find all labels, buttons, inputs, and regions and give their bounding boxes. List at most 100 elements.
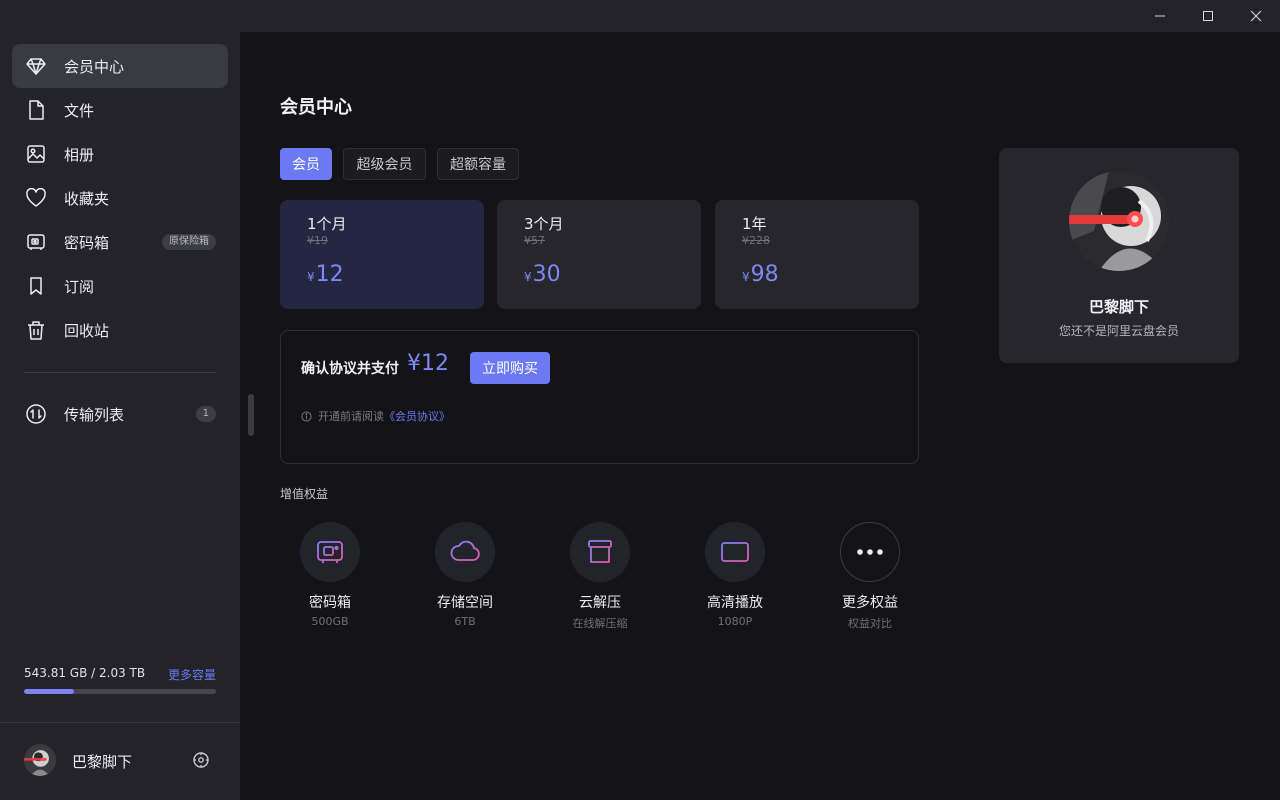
plan-price: ¥98 (742, 262, 779, 287)
sidebar-item-label: 相册 (64, 145, 95, 164)
plan-price-value: 98 (750, 262, 779, 287)
maximize-button[interactable] (1184, 0, 1232, 32)
profile-card: 巴黎脚下 您还不是阿里云盘会员 (999, 148, 1239, 363)
currency-symbol: ¥ (524, 270, 532, 284)
trash-icon (24, 318, 48, 342)
diamond-icon (24, 54, 48, 78)
perk-storage[interactable]: 存储空间 6TB (415, 522, 515, 628)
sidebar-item-subscriptions[interactable]: 订阅 (12, 264, 228, 308)
transfer-count-badge: 1 (195, 406, 216, 422)
close-button[interactable] (1232, 0, 1280, 32)
maximize-icon (1203, 11, 1213, 21)
payment-price: ¥12 (407, 351, 449, 376)
perk-subtitle: 在线解压缩 (572, 617, 628, 630)
bookmark-icon (24, 274, 48, 298)
title-bar (0, 0, 1280, 32)
user-name: 巴黎脚下 (72, 753, 133, 771)
perk-more[interactable]: 更多权益 权益对比 (820, 522, 920, 631)
perk-title: 更多权益 (842, 595, 898, 611)
profile-avatar (1069, 171, 1169, 271)
sidebar-item-favorites[interactable]: 收藏夹 (12, 176, 228, 220)
plan-card-1-month[interactable]: 1个月 ¥19 ¥12 (280, 200, 484, 309)
safe-icon (24, 230, 48, 254)
tab-super-member[interactable]: 超级会员 (343, 148, 426, 180)
page-title: 会员中心 (280, 97, 352, 118)
heart-icon (24, 186, 48, 210)
storage-progress-fill (24, 689, 74, 694)
sidebar-item-label: 会员中心 (64, 57, 125, 76)
plan-name: 3个月 (524, 215, 564, 233)
plan-card-3-months[interactable]: 3个月 ¥57 ¥30 (497, 200, 701, 309)
sidebar-item-label: 文件 (64, 101, 95, 120)
sidebar-item-membership[interactable]: 会员中心 (12, 44, 228, 88)
perk-cloud-unzip[interactable]: 云解压 在线解压缩 (550, 522, 650, 631)
sidebar-item-label: 收藏夹 (64, 189, 110, 208)
sidebar-item-safe[interactable]: 密码箱 原保险箱 (12, 220, 228, 264)
plan-name: 1年 (742, 215, 767, 233)
plan-price: ¥30 (524, 262, 561, 287)
agreement-notice: 开通前请阅读 《会员协议》 (301, 408, 450, 424)
sidebar-item-trash[interactable]: 回收站 (12, 308, 228, 352)
perk-subtitle: 权益对比 (848, 617, 892, 630)
app-window: 会员中心 文件 相册 收藏夹 密码箱 原保险箱 订阅 回收站 传输列表 1 54… (0, 0, 1280, 800)
plan-original-price: ¥19 (307, 234, 328, 247)
file-icon (24, 98, 48, 122)
plan-original-price: ¥228 (742, 234, 770, 247)
minimize-icon (1155, 15, 1165, 17)
plan-price: ¥12 (307, 262, 344, 287)
sidebar-item-label: 密码箱 (64, 233, 110, 252)
minimize-button[interactable] (1136, 0, 1184, 32)
storage-usage-text: 543.81 GB / 2.03 TB (24, 666, 146, 680)
member-agreement-link[interactable]: 《会员协议》 (384, 408, 450, 424)
perk-subtitle: 1080P (717, 615, 753, 628)
agreement-notice-text: 开通前请阅读 (318, 410, 384, 423)
plan-price-value: 30 (532, 262, 561, 287)
buy-now-button[interactable]: 立即购买 (470, 352, 550, 384)
plan-card-1-year[interactable]: 1年 ¥228 ¥98 (715, 200, 919, 309)
sidebar-item-files[interactable]: 文件 (12, 88, 228, 132)
sidebar-resize-handle[interactable] (248, 394, 254, 436)
photo-icon (24, 142, 48, 166)
sidebar-item-label: 回收站 (64, 321, 110, 340)
sidebar-item-badge: 原保险箱 (162, 234, 216, 250)
card-icon (705, 522, 765, 582)
perk-subtitle: 500GB (311, 615, 349, 628)
sidebar-item-transfer-list[interactable]: 传输列表 1 (12, 392, 228, 436)
perk-title: 高清播放 (707, 595, 763, 611)
payment-panel: 确认协议并支付 ¥12 立即购买 开通前请阅读 《会员协议》 (280, 330, 919, 464)
membership-status: 您还不是阿里云盘会员 (1058, 324, 1179, 338)
perk-title: 云解压 (579, 595, 621, 611)
sidebar-item-label: 订阅 (64, 277, 95, 296)
perk-title: 密码箱 (309, 595, 351, 611)
plan-name: 1个月 (307, 215, 347, 233)
tab-member[interactable]: 会员 (280, 148, 332, 180)
transfer-icon (24, 402, 48, 426)
sidebar-divider (24, 372, 216, 373)
profile-name: 巴黎脚下 (1088, 298, 1149, 316)
perk-hd-playback[interactable]: 高清播放 1080P (685, 522, 785, 628)
payment-label: 确认协议并支付 (301, 361, 399, 377)
plan-original-price: ¥57 (524, 234, 545, 247)
storage-progress-bar (24, 689, 216, 694)
settings-icon[interactable] (192, 751, 210, 769)
perk-title: 存储空间 (437, 595, 493, 611)
sidebar-item-album[interactable]: 相册 (12, 132, 228, 176)
more-storage-link[interactable]: 更多容量 (168, 666, 216, 683)
archive-icon (570, 522, 630, 582)
perks-section-label: 增值权益 (280, 487, 329, 501)
more-icon (840, 522, 900, 582)
perk-safe[interactable]: 密码箱 500GB (280, 522, 380, 628)
sidebar-bottom-divider (0, 722, 240, 723)
sidebar: 会员中心 文件 相册 收藏夹 密码箱 原保险箱 订阅 回收站 传输列表 1 54… (0, 32, 240, 800)
sidebar-item-label: 传输列表 (64, 405, 125, 424)
currency-symbol: ¥ (307, 270, 315, 284)
info-icon (301, 410, 312, 422)
close-icon (1250, 10, 1262, 22)
avatar[interactable] (24, 744, 56, 776)
safe-icon (300, 522, 360, 582)
currency-symbol: ¥ (742, 270, 750, 284)
plan-price-value: 12 (315, 262, 344, 287)
perk-subtitle: 6TB (454, 615, 476, 628)
tab-extra-capacity[interactable]: 超额容量 (437, 148, 519, 180)
cloud-icon (435, 522, 495, 582)
